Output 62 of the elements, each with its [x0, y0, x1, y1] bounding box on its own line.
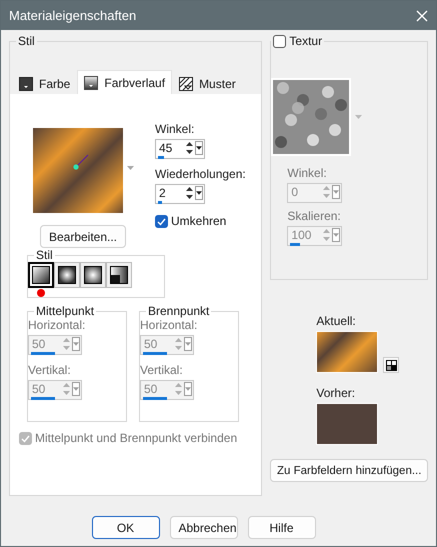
- field-label: Vorher:: [316, 386, 356, 400]
- checkbox[interactable]: [155, 214, 168, 228]
- swap-button[interactable]: [383, 357, 400, 373]
- field-label: Skalieren:: [287, 209, 342, 223]
- pattern-icon: [179, 77, 194, 91]
- dialog-button[interactable]: Abbrechen: [170, 516, 238, 539]
- checkbox-label: Umkehren: [171, 214, 226, 228]
- field-label: Wiederholungen:: [155, 167, 246, 181]
- edit-button[interactable]: Bearbeiten...: [40, 225, 126, 248]
- caret-icon: [196, 191, 202, 195]
- dialog-button[interactable]: OK: [92, 516, 160, 539]
- angle-handle-icon[interactable]: [72, 154, 88, 170]
- linear-gradient-icon: [32, 266, 50, 284]
- style-option[interactable]: [28, 262, 54, 288]
- dialog-button[interactable]: Hilfe: [248, 516, 316, 539]
- caret-icon: [185, 342, 191, 346]
- tab[interactable]: Farbe: [12, 73, 78, 94]
- field-label: Vertikal:: [140, 363, 184, 377]
- field-label: Winkel:: [287, 166, 328, 180]
- group-title: Mittelpunkt: [35, 304, 96, 318]
- dropdown-arrow-icon[interactable]: [126, 166, 134, 170]
- previous-color-swatch: [316, 403, 378, 445]
- field-label: Horizontal:: [140, 318, 198, 332]
- checkbox[interactable]: [273, 34, 286, 48]
- field-label: Vertikal:: [28, 363, 72, 377]
- spin-arrows-icon[interactable]: [185, 140, 194, 156]
- style-option[interactable]: [106, 262, 132, 288]
- caret-icon: [333, 233, 340, 237]
- style-option[interactable]: [54, 262, 80, 288]
- style-option[interactable]: [80, 262, 106, 288]
- dropdown-arrow-icon[interactable]: [355, 115, 362, 119]
- spin-field[interactable]: 2: [155, 184, 205, 204]
- gradient-icon: [84, 76, 98, 90]
- color-icon: [19, 77, 33, 91]
- caret-icon: [73, 342, 79, 346]
- field-label: Aktuell:: [316, 314, 357, 328]
- close-icon[interactable]: [416, 10, 428, 22]
- window-title: Materialeigenschaften: [9, 8, 136, 23]
- caret-icon: [73, 387, 79, 391]
- spin-field[interactable]: 45: [155, 139, 205, 159]
- caret-icon: [196, 146, 202, 150]
- field-label: Horizontal:: [28, 318, 86, 332]
- corner-gradient-icon: [110, 266, 128, 284]
- current-gradient-swatch: [316, 331, 378, 373]
- radial-gradient-icon: [84, 266, 102, 284]
- add-to-swatches-button[interactable]: Zu Farbfeldern hinzufügen...: [270, 459, 428, 482]
- tab[interactable]: Muster: [172, 73, 243, 94]
- dropdown-button[interactable]: [195, 186, 203, 200]
- gradient-preview[interactable]: [32, 128, 122, 213]
- tab[interactable]: Farbverlauf: [77, 70, 172, 94]
- selection-dot: [37, 289, 45, 297]
- checkbox-label: Textur: [289, 34, 322, 48]
- checkbox-label: Mittelpunkt und Brennpunkt verbinden: [35, 431, 238, 445]
- caret-icon: [333, 190, 340, 194]
- group-title: Brennpunkt: [147, 304, 210, 318]
- dropdown-button[interactable]: [195, 141, 203, 155]
- field-label: Winkel:: [155, 122, 196, 136]
- caret-icon: [185, 387, 191, 391]
- group-title: Stil: [35, 248, 54, 262]
- rectangular-gradient-icon: [58, 266, 76, 284]
- spin-arrows-icon[interactable]: [185, 185, 194, 201]
- group-title: Stil: [17, 34, 36, 48]
